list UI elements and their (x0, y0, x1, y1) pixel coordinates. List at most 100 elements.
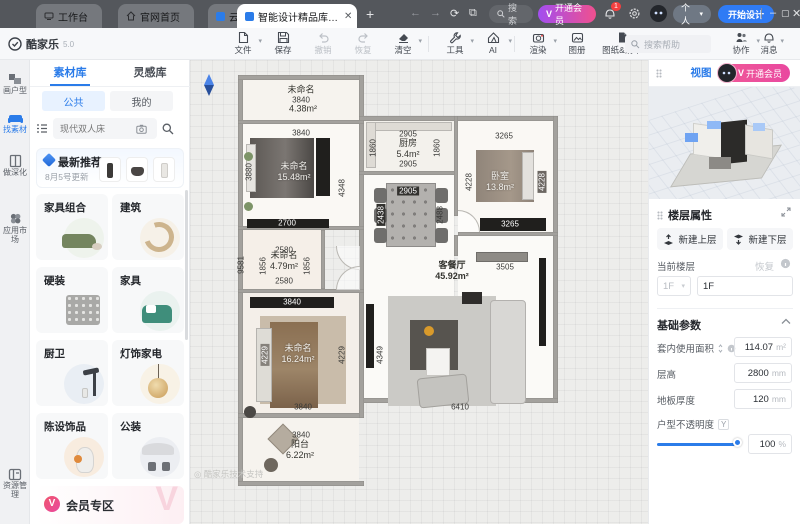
sort-icon[interactable] (717, 344, 724, 353)
tab-material-library[interactable]: 素材库 (30, 60, 110, 86)
app-logo: 酷家乐 5.0 (8, 36, 74, 52)
rail-deepen[interactable]: 做深化 (0, 154, 30, 178)
compass-icon (204, 74, 214, 96)
opacity-slider-track[interactable] (657, 443, 739, 446)
opacity-slider-knob[interactable] (733, 438, 742, 447)
panel-scrollbar[interactable] (185, 190, 188, 340)
user-avatar[interactable] (650, 5, 667, 22)
search-input[interactable] (58, 123, 136, 135)
chevron-up-icon[interactable] (781, 318, 791, 325)
3d-preview[interactable] (649, 87, 800, 199)
vip-upgrade-button[interactable]: V 开通会员 (718, 64, 790, 82)
undo-button[interactable]: 撤销 (306, 30, 340, 55)
basic-params-header: 基础参数 (657, 317, 701, 333)
material-search-input[interactable] (53, 118, 157, 139)
start-design-button[interactable]: 开始设计 (718, 5, 774, 23)
rail-find-material[interactable]: 找素材 (0, 112, 30, 135)
dining-chair (435, 188, 448, 203)
new-upper-floor-button[interactable]: 新建上层 (657, 228, 723, 250)
search-icon[interactable] (162, 123, 174, 135)
area-value-input[interactable]: 114.07m² (734, 337, 792, 357)
notification-bell-icon[interactable]: 1 (604, 7, 616, 20)
close-tab-icon[interactable]: ✕ (344, 11, 352, 22)
bed-3[interactable] (270, 322, 318, 408)
workbench-icon (44, 11, 54, 21)
info-icon[interactable] (780, 258, 791, 269)
search-icon (631, 40, 640, 49)
sofa[interactable] (490, 300, 526, 404)
opacity-value-input[interactable]: 100% (748, 434, 792, 454)
tab-smart-library[interactable]: 智能设计精品库… ✕ (237, 4, 357, 28)
tools-button[interactable]: 工具▾ (438, 30, 472, 55)
back-icon[interactable]: ← (410, 7, 421, 19)
category-decor-ornaments[interactable]: 陈设饰品 (36, 413, 108, 479)
rail-app-market[interactable]: 应用市场 (0, 212, 30, 245)
redo-button[interactable]: 恢复 (346, 30, 380, 55)
promo-card[interactable]: 最新推荐 8月5号更新 (36, 148, 184, 188)
floor-select[interactable]: 1F▾ (657, 276, 691, 296)
camera-search-icon[interactable] (136, 124, 147, 134)
dining-chair (374, 228, 387, 243)
subtab-mine[interactable]: 我的 (110, 91, 173, 111)
message-button[interactable]: 消息▾ (756, 30, 782, 55)
close-window-icon[interactable]: ✕ (792, 7, 800, 20)
maximize-icon[interactable]: ▢ (781, 8, 790, 19)
tab-inspiration-library[interactable]: 灵感库 (110, 60, 190, 86)
category-list-icon[interactable] (36, 123, 48, 134)
room-label: 客餐厅45.92m² (435, 260, 469, 282)
floorplan-canvas[interactable]: 未命名 3840 4.38m² 未命名15.48m² 厨房5.4m² 卧室13.… (190, 60, 648, 524)
house-window-blue (707, 121, 721, 129)
profile-menu[interactable]: 个人 ▾ (673, 5, 711, 23)
browser-search[interactable]: 搜索 (489, 5, 533, 23)
window-curtain[interactable] (366, 304, 374, 368)
settings-gear-icon[interactable] (628, 7, 641, 20)
new-lower-floor-button[interactable]: 新建下层 (727, 228, 793, 250)
subtab-public[interactable]: 公共 (42, 91, 105, 111)
category-kitchen-bath[interactable]: 厨卫 (36, 340, 108, 406)
help-search-box[interactable]: 搜索帮助 (625, 35, 711, 53)
watermark: ◎ 酷家乐技术支持 (194, 468, 263, 480)
minimize-icon[interactable]: – (770, 7, 776, 19)
ai-button[interactable]: AI▾ (476, 30, 510, 55)
category-furniture[interactable]: 家具 (112, 267, 184, 333)
restore-button[interactable]: 恢复 (755, 259, 774, 273)
category-commercial[interactable]: 公装 (112, 413, 184, 479)
tab-workbench[interactable]: 工作台 (36, 4, 102, 28)
duplicate-icon[interactable]: ⧉ (469, 7, 477, 20)
render-button[interactable]: 渲染▾ (521, 30, 555, 55)
rail-resource-manager[interactable]: 资源管理 (0, 468, 30, 500)
tab-home[interactable]: 官网首页 (118, 4, 194, 28)
wardrobe-bedroom1[interactable] (316, 138, 330, 196)
thickness-value-input[interactable]: 120mm (734, 389, 792, 409)
vip-watermark: V (155, 486, 178, 519)
category-lighting-appliance[interactable]: 灯饰家电 (112, 340, 184, 406)
area-label-row: 套内使用面积 (657, 341, 736, 355)
height-value-input[interactable]: 2800mm (734, 363, 792, 383)
floor-name-input[interactable]: 1F (697, 276, 793, 296)
browser-tab-bar: 工作台 官网首页 云设计工具…"UXr… ✕ 智能设计精品库… ✕ + ← → … (0, 0, 800, 28)
rail-draw-floorplan[interactable]: 画户型 (0, 72, 30, 96)
save-button[interactable]: 保存 (266, 30, 300, 55)
category-hard-decor[interactable]: 硬装 (36, 267, 108, 333)
category-architecture[interactable]: 建筑 (112, 194, 184, 260)
drag-handle-icon[interactable] (656, 69, 662, 78)
clear-button[interactable]: 清空▾ (386, 30, 420, 55)
refresh-icon[interactable]: ⟳ (450, 7, 459, 20)
promo-thumb (99, 157, 121, 182)
album-button[interactable]: 图册 (560, 30, 594, 55)
expand-icon[interactable] (781, 207, 791, 217)
forward-icon[interactable]: → (430, 7, 441, 19)
entry-console[interactable] (476, 252, 528, 262)
umbrella-image (142, 443, 174, 455)
collab-button[interactable]: 协作▾ (724, 30, 758, 55)
bed-2-pillows (522, 152, 534, 200)
category-furniture-set[interactable]: 家具组合 (36, 194, 108, 260)
side-speaker (462, 292, 482, 304)
vip-zone-card[interactable]: V V 会员专区 (36, 486, 184, 524)
left-rail: 画户型 找素材 做深化 应用市场 资源管理 (0, 60, 30, 524)
tv-wall[interactable] (539, 258, 546, 346)
vip-upgrade-badge[interactable]: V 开通会员 (538, 5, 596, 23)
new-tab-button[interactable]: + (366, 6, 374, 22)
cushion (424, 326, 434, 336)
file-button[interactable]: 文件▾ (226, 30, 260, 55)
